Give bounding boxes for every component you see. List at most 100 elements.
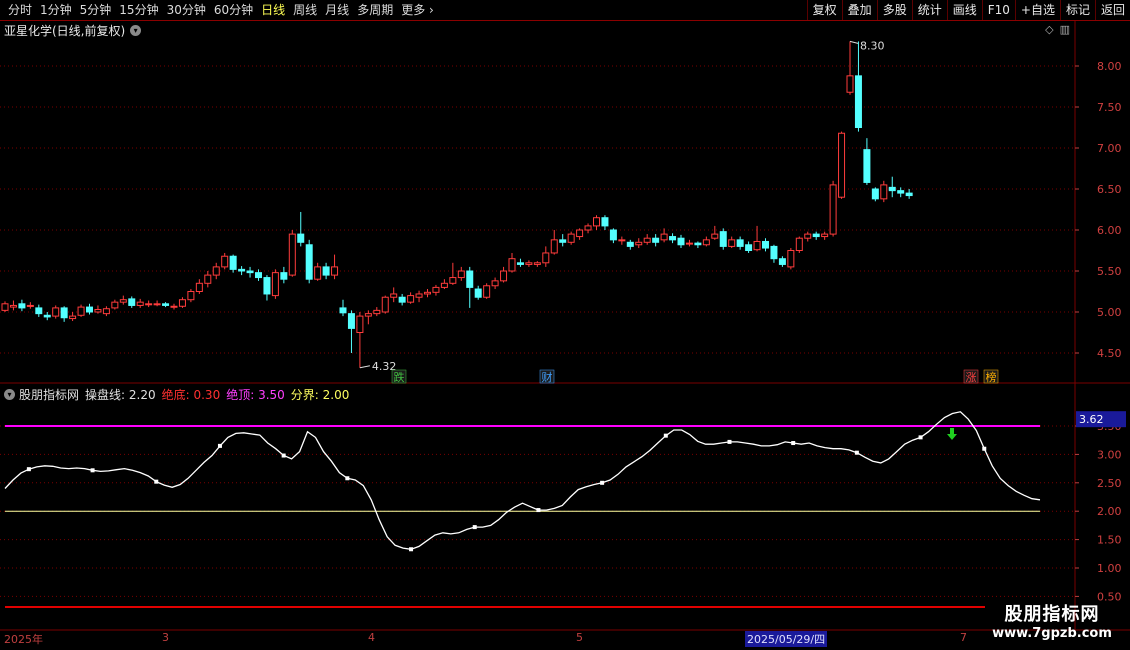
candle-body [204, 274, 212, 284]
candle [314, 262, 322, 281]
price-tick-label: 6.00 [1097, 224, 1122, 237]
candle-body [178, 299, 186, 307]
indicator-name: 股朋指标网 [19, 387, 80, 402]
candle [863, 138, 871, 185]
top-toolbar: 分时 1分钟 5分钟 15分钟 30分钟 60分钟 日线 周线 月线 多周期 更… [0, 0, 1130, 21]
mark-button[interactable]: 标记 [1059, 0, 1095, 20]
candle [533, 261, 541, 267]
period-tab-multi[interactable]: 多周期 [353, 0, 397, 20]
candle-body [9, 304, 17, 308]
candle-body [94, 309, 102, 313]
candle [398, 293, 406, 306]
candle-body [736, 239, 744, 247]
candle-body [804, 233, 812, 239]
candle [381, 295, 389, 314]
back-button[interactable]: 返回 [1094, 0, 1130, 20]
candle-body [18, 303, 26, 309]
candle [229, 254, 237, 273]
operate-line-node [90, 468, 95, 473]
candle-body [1, 303, 9, 311]
candle [702, 236, 710, 247]
candle-body [229, 255, 237, 270]
candle-body [533, 262, 541, 265]
toolbar-actions: 复权 叠加 多股 统计 画线 F10 +自选 标记 返回 [806, 0, 1130, 20]
candle-body [347, 313, 355, 329]
candle [812, 231, 820, 240]
candle-body [762, 240, 769, 249]
price-tick-label: 4.50 [1097, 347, 1122, 360]
candle [128, 296, 136, 308]
period-tab-15min[interactable]: 15分钟 [115, 0, 162, 20]
overlay-button[interactable]: 叠加 [841, 0, 877, 20]
candle-body [52, 307, 60, 317]
period-tab-5min[interactable]: 5分钟 [76, 0, 116, 20]
candle-body [660, 233, 668, 241]
candle-body [449, 277, 457, 284]
candle [474, 285, 482, 300]
candle-body [457, 270, 465, 279]
candle-body [719, 231, 727, 247]
candle [685, 239, 693, 247]
chevron-down-icon[interactable]: ▾ [4, 388, 15, 400]
panel-toggle-icon[interactable]: ▥ [1060, 23, 1070, 36]
candle-body [102, 308, 110, 315]
period-tab-30min[interactable]: 30分钟 [163, 0, 210, 20]
candle [652, 234, 660, 247]
operate-line-node [472, 525, 477, 530]
period-tab-daily[interactable]: 日线 [257, 0, 289, 20]
period-tab-60min[interactable]: 60分钟 [210, 0, 257, 20]
candle-body [838, 132, 846, 198]
candle [694, 241, 702, 249]
candle-body [474, 288, 482, 298]
period-tab-1min[interactable]: 1分钟 [36, 0, 76, 20]
price-tick-label: 5.50 [1097, 265, 1122, 278]
candle [212, 262, 220, 280]
chart-canvas[interactable]: 8.00 7.50 7.00 6.50 6.00 5.50 5.00 4.50 3.50 3.00… [0, 0, 1130, 650]
candle-body [778, 258, 786, 265]
draw-line-button[interactable]: 画线 [946, 0, 982, 20]
candle [69, 312, 77, 322]
candle-body [821, 233, 829, 238]
candle-body [43, 314, 51, 318]
chevron-down-icon[interactable]: ▾ [130, 24, 142, 36]
candle-body [221, 255, 229, 268]
candle [660, 228, 668, 243]
restore-rights-button[interactable]: 复权 [806, 0, 842, 20]
indicator-label: 绝底: [161, 387, 190, 402]
candle [576, 228, 584, 240]
candle-body [288, 233, 296, 276]
indicator-tick-label: 3.00 [1097, 448, 1122, 461]
operate-line-node [217, 443, 222, 448]
multi-stock-button[interactable]: 多股 [876, 0, 912, 20]
candle-body [593, 217, 600, 227]
indicator-value: 2.00 [322, 387, 350, 402]
period-tab-monthly[interactable]: 月线 [321, 0, 353, 20]
candle-body [542, 252, 550, 264]
candle-body [305, 244, 313, 280]
candle-body [246, 270, 254, 274]
time-label-april: 4 [368, 631, 375, 644]
period-tab-weekly[interactable]: 周线 [289, 0, 321, 20]
add-watchlist-button[interactable]: +自选 [1014, 0, 1060, 20]
candle-body [280, 272, 288, 280]
candle [736, 236, 744, 250]
statistics-button[interactable]: 统计 [911, 0, 947, 20]
candle-body [60, 307, 68, 319]
candle-body [559, 239, 567, 243]
f10-button[interactable]: F10 [981, 0, 1015, 20]
candle [778, 256, 786, 267]
diamond-icon[interactable]: ◇ [1045, 23, 1053, 36]
candle [643, 234, 651, 245]
event-tag: 跌 [391, 369, 407, 384]
candle [339, 299, 347, 317]
candle-body [829, 184, 837, 235]
period-tab-intraday[interactable]: 分时 [4, 0, 36, 20]
price-panel-header: 亚星化学(日线,前复权) ▾ [4, 22, 142, 38]
candle-body [888, 186, 896, 192]
candle-body [508, 258, 516, 272]
period-tab-more[interactable]: 更多 › [397, 0, 438, 20]
period-tabs: 分时 1分钟 5分钟 15分钟 30分钟 60分钟 日线 周线 月线 多周期 更… [4, 0, 438, 20]
candle-body [35, 307, 43, 315]
candle-body [863, 149, 871, 183]
time-axis: 2025年 3 4 5 2025/05/29/四 7 [0, 630, 1130, 650]
